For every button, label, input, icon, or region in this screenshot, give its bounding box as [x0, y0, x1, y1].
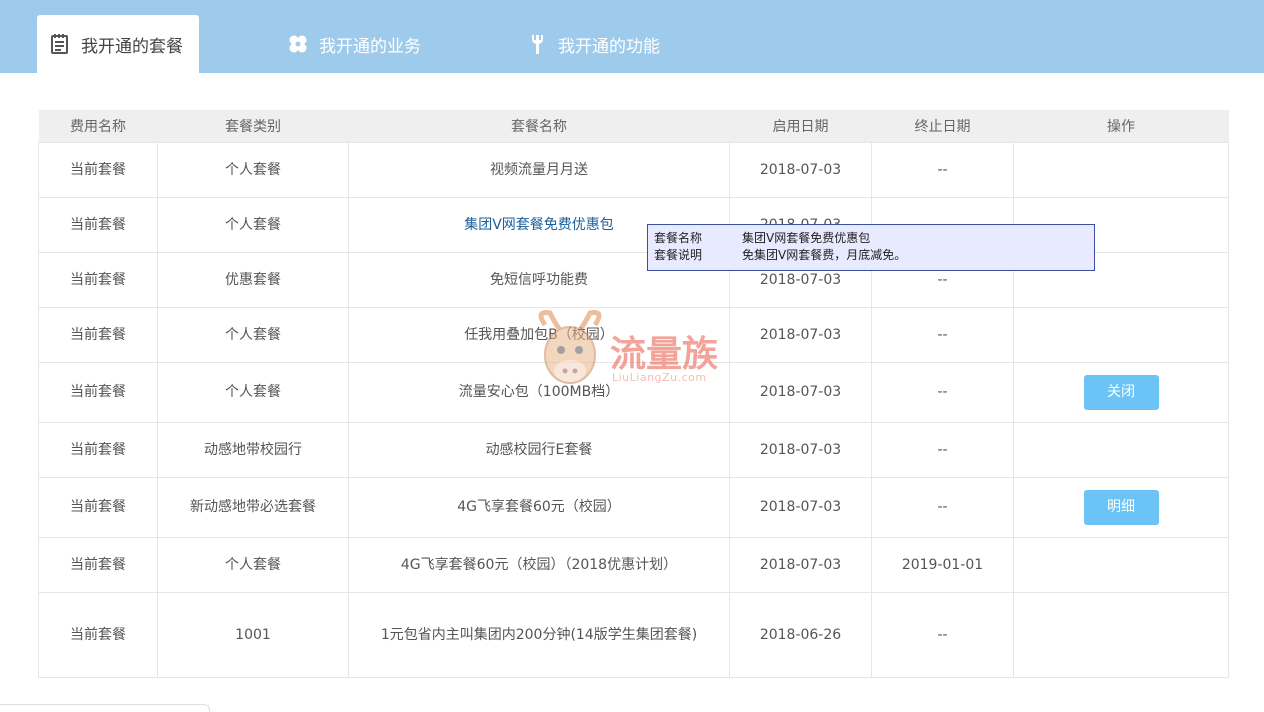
tab-label: 我开通的业务 [319, 36, 421, 57]
cell-action: 关闭 [1013, 361, 1229, 423]
cell-name: 视频流量月月送 [348, 141, 730, 198]
table-row: 当前套餐 个人套餐 流量安心包（100MB档） 2018-07-03 -- 关闭 [38, 361, 1229, 423]
cell-name: 4G飞享套餐60元（校园） [348, 476, 730, 538]
cell-name: 4G飞享套餐60元（校园）（2018优惠计划） [348, 536, 730, 593]
table-row: 当前套餐 1001 1元包省内主叫集团内200分钟(14版学生集团套餐) 201… [38, 591, 1229, 678]
col-end-date: 终止日期 [871, 110, 1014, 142]
cell-start: 2018-07-03 [729, 536, 872, 593]
cell-category: 个人套餐 [157, 361, 349, 423]
cell-end: -- [871, 361, 1014, 423]
cell-category: 个人套餐 [157, 536, 349, 593]
cell-category: 个人套餐 [157, 306, 349, 363]
col-action: 操作 [1013, 110, 1229, 142]
table-row: 当前套餐 个人套餐 4G飞享套餐60元（校园）（2018优惠计划） 2018-0… [38, 536, 1229, 593]
cell-fee: 当前套餐 [38, 306, 158, 363]
cell-fee: 当前套餐 [38, 361, 158, 423]
cell-fee: 当前套餐 [38, 421, 158, 478]
tooltip-desc-label: 套餐说明 [654, 248, 703, 262]
cell-fee: 当前套餐 [38, 141, 158, 198]
cell-name: 动感校园行E套餐 [348, 421, 730, 478]
cell-start: 2018-07-03 [729, 421, 872, 478]
cell-fee: 当前套餐 [38, 536, 158, 593]
tab-label: 我开通的套餐 [81, 36, 183, 57]
cell-start: 2018-07-03 [729, 141, 872, 198]
col-package-name: 套餐名称 [348, 110, 730, 142]
package-table: 费用名称 套餐类别 套餐名称 启用日期 终止日期 操作 当前套餐 个人套餐 视频… [38, 110, 1229, 678]
close-button[interactable]: 关闭 [1083, 374, 1159, 410]
cell-category: 1001 [157, 591, 349, 678]
table-header-row: 费用名称 套餐类别 套餐名称 启用日期 终止日期 操作 [38, 110, 1229, 142]
tooltip-name-value: 集团V网套餐免费优惠包 [742, 231, 871, 245]
cell-fee: 当前套餐 [38, 196, 158, 253]
cell-start: 2018-06-26 [729, 591, 872, 678]
cell-action [1013, 421, 1229, 478]
tab-features[interactable]: 我开通的功能 [514, 15, 684, 73]
cell-action [1013, 536, 1229, 593]
tab-label: 我开通的功能 [558, 36, 660, 57]
col-fee-name: 费用名称 [38, 110, 158, 142]
details-button[interactable]: 明细 [1083, 489, 1159, 525]
flower-icon [287, 33, 309, 55]
top-tab-bar: 我开通的套餐 我开通的业务 我开通的功能 [0, 0, 1264, 73]
cell-name: 流量安心包（100MB档） [348, 361, 730, 423]
tooltip-row-desc: 套餐说明 免集团V网套餐费，月底减免。 [654, 247, 1088, 264]
col-start-date: 启用日期 [729, 110, 872, 142]
cell-category: 优惠套餐 [157, 251, 349, 308]
cell-action [1013, 141, 1229, 198]
cell-end: -- [871, 591, 1014, 678]
cell-end: -- [871, 306, 1014, 363]
cell-name: 任我用叠加包B（校园） [348, 306, 730, 363]
cell-action [1013, 591, 1229, 678]
package-tooltip: 套餐名称 集团V网套餐免费优惠包 套餐说明 免集团V网套餐费，月底减免。 [647, 224, 1095, 271]
tab-services[interactable]: 我开通的业务 [275, 15, 445, 73]
wrench-icon [526, 33, 548, 55]
table-row: 当前套餐 新动感地带必选套餐 4G飞享套餐60元（校园） 2018-07-03 … [38, 476, 1229, 538]
cell-category: 新动感地带必选套餐 [157, 476, 349, 538]
table-row: 当前套餐 动感地带校园行 动感校园行E套餐 2018-07-03 -- [38, 421, 1229, 478]
tooltip-row-name: 套餐名称 集团V网套餐免费优惠包 [654, 230, 1088, 247]
cell-action [1013, 306, 1229, 363]
table-row: 当前套餐 个人套餐 视频流量月月送 2018-07-03 -- [38, 141, 1229, 198]
cell-end: 2019-01-01 [871, 536, 1014, 593]
col-category: 套餐类别 [157, 110, 349, 142]
cell-name: 1元包省内主叫集团内200分钟(14版学生集团套餐) [348, 591, 730, 678]
cell-end: -- [871, 421, 1014, 478]
cell-start: 2018-07-03 [729, 306, 872, 363]
cell-fee: 当前套餐 [38, 591, 158, 678]
cell-start: 2018-07-03 [729, 361, 872, 423]
cell-start: 2018-07-03 [729, 476, 872, 538]
cell-fee: 当前套餐 [38, 251, 158, 308]
notepad-icon [49, 33, 71, 55]
cell-end: -- [871, 476, 1014, 538]
cell-category: 动感地带校园行 [157, 421, 349, 478]
cell-category: 个人套餐 [157, 196, 349, 253]
table-row: 当前套餐 个人套餐 任我用叠加包B（校园） 2018-07-03 -- [38, 306, 1229, 363]
cell-end: -- [871, 141, 1014, 198]
tab-packages[interactable]: 我开通的套餐 [37, 15, 199, 73]
tooltip-desc-value: 免集团V网套餐费，月底减免。 [742, 248, 907, 262]
cell-fee: 当前套餐 [38, 476, 158, 538]
bottom-edge-panel [0, 704, 210, 712]
tooltip-name-label: 套餐名称 [654, 231, 703, 245]
cell-action: 明细 [1013, 476, 1229, 538]
cell-category: 个人套餐 [157, 141, 349, 198]
